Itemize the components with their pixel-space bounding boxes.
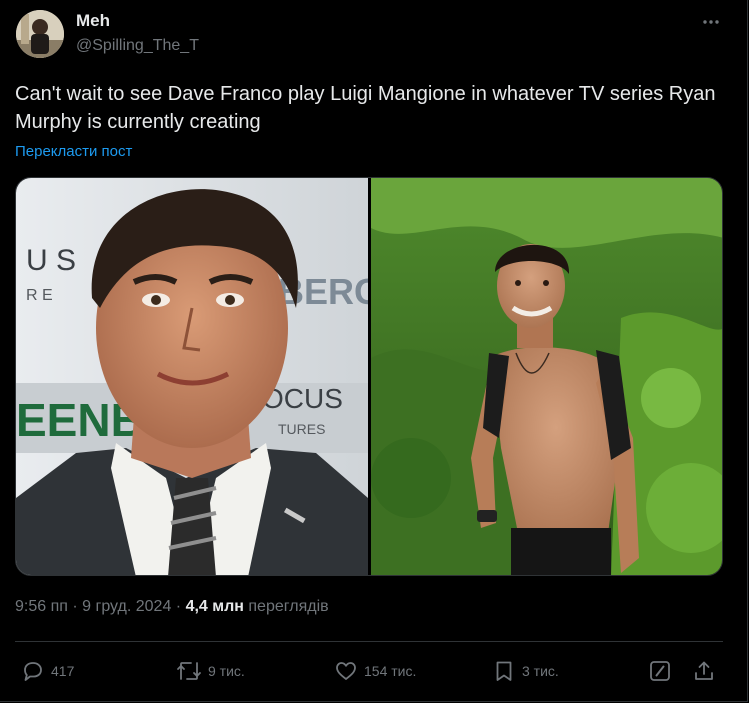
bookmark-icon: [496, 661, 512, 681]
views-label: переглядів: [248, 598, 329, 615]
meta-separator: ·: [72, 598, 78, 615]
more-options-button[interactable]: [694, 8, 728, 36]
backdrop-text-us: U S: [26, 244, 76, 277]
post-time[interactable]: 9:56 пп: [15, 598, 68, 615]
heart-icon: [336, 662, 356, 680]
avatar-image: [16, 10, 64, 58]
author-handle[interactable]: @Spilling_The_T: [76, 37, 199, 55]
backdrop-text-tures: TURES: [278, 421, 325, 437]
bookmark-count: 3 тис.: [522, 663, 559, 679]
like-button[interactable]: 154 тис.: [334, 656, 416, 686]
portrait-photo: U S R E BERG EENB OCUS TURES: [16, 178, 382, 575]
translate-post-link[interactable]: Перекласти пост: [15, 143, 132, 160]
author-name[interactable]: Meh: [76, 11, 110, 31]
reply-bubble-icon: [24, 662, 42, 681]
backdrop-text-re: R E: [26, 287, 53, 304]
share-upload-icon: [695, 661, 713, 680]
post-meta: 9:56 пп · 9 груд. 2024 · 4,4 млн перегля…: [15, 598, 329, 616]
views-count: 4,4 млн: [185, 598, 244, 615]
photo-left[interactable]: U S R E BERG EENB OCUS TURES: [16, 178, 382, 575]
post-date[interactable]: 9 груд. 2024: [82, 598, 171, 615]
repost-arrows-icon: [177, 662, 201, 680]
tweet-text: Can't wait to see Dave Franco play Luigi…: [15, 83, 716, 133]
share-button[interactable]: [692, 656, 716, 686]
reply-button[interactable]: 417: [21, 656, 74, 686]
grok-slash-icon: [650, 661, 670, 681]
repost-count: 9 тис.: [208, 663, 245, 679]
repost-button[interactable]: 9 тис.: [176, 656, 245, 686]
divider: [15, 641, 723, 642]
meta-separator: ·: [175, 598, 182, 615]
avatar[interactable]: [16, 10, 64, 58]
hiker-photo: [371, 178, 722, 575]
media-container[interactable]: U S R E BERG EENB OCUS TURES: [15, 177, 723, 576]
reply-count: 417: [51, 663, 75, 679]
more-dots-icon: [703, 20, 719, 24]
like-count: 154 тис.: [364, 663, 417, 679]
bookmark-button[interactable]: 3 тис.: [492, 656, 559, 686]
grok-button[interactable]: [648, 656, 672, 686]
photo-right[interactable]: [371, 178, 722, 575]
